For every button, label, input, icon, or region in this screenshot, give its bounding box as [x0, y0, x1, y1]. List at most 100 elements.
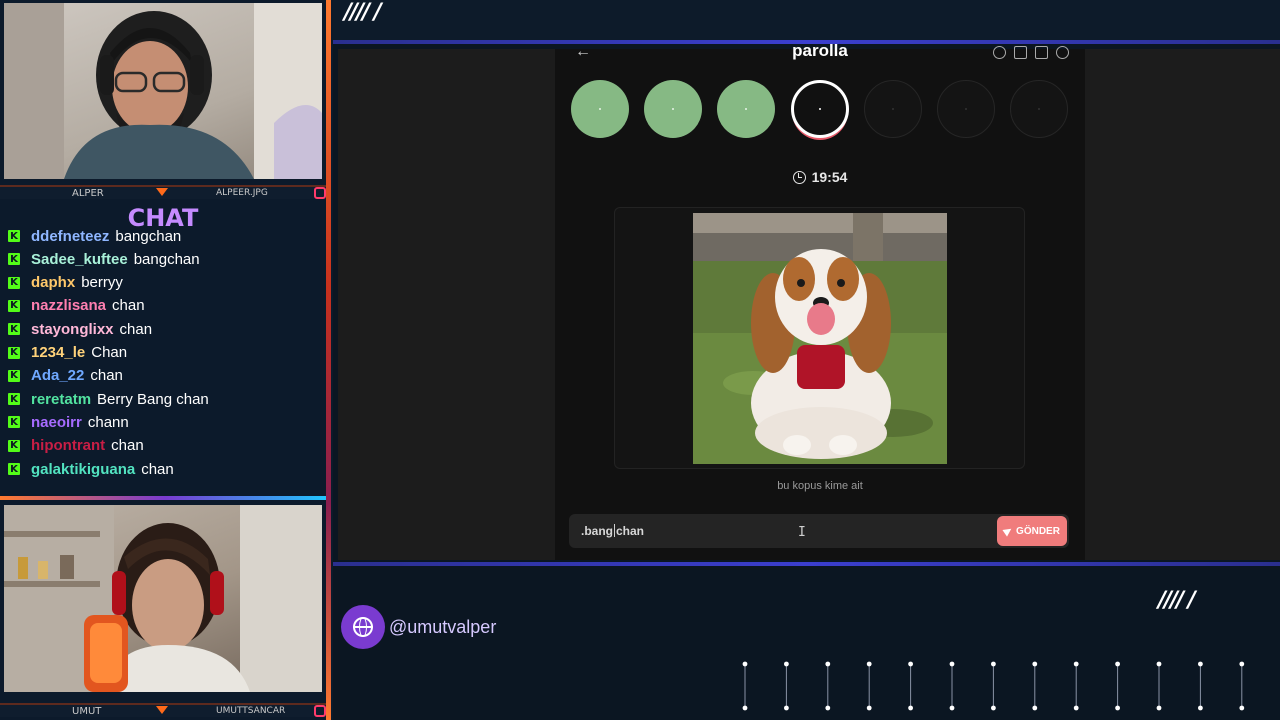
kick-badge-icon: K	[8, 230, 20, 242]
slashes-solid: //// /	[1158, 588, 1196, 613]
chat-username[interactable]: 1234_le	[31, 344, 85, 361]
timer-value: 19:54	[811, 169, 848, 185]
timer: 19:54	[555, 169, 1085, 185]
answer-input-after-caret: chan	[616, 524, 645, 538]
kick-badge-icon: K	[8, 416, 20, 429]
chat-username[interactable]: hipontrant	[31, 437, 105, 454]
webcam-bottom	[4, 505, 322, 692]
overlay-bottom-line	[333, 562, 1280, 566]
progress-circle-done	[717, 80, 776, 138]
chat-text: berryy	[81, 274, 123, 292]
chat-text: chan	[112, 297, 145, 315]
overlay-left-column: ALPER ALPEER.JPG CHAT Kddefneteez bangcha…	[0, 0, 333, 720]
chat-text: chan	[90, 367, 123, 385]
answer-input[interactable]: .bang chan GÖNDER	[569, 514, 1069, 548]
deco-dot	[1073, 661, 1079, 667]
chat-message: Kgalaktikiguana chan	[8, 459, 174, 479]
clock-icon	[792, 171, 806, 184]
deco-dot	[825, 661, 831, 667]
chat-message: Kdaphx berryy	[8, 273, 123, 293]
webcam-top-namebar: ALPER ALPEER.JPG	[0, 185, 330, 199]
chat-username[interactable]: stayonglixx	[31, 321, 114, 338]
chat-icon[interactable]	[1035, 46, 1048, 59]
deco-dot	[1115, 705, 1120, 711]
social-handle: @umutvalper	[341, 605, 496, 649]
deco-dot	[1156, 705, 1162, 711]
chat-message: Kstayonglixx chan	[8, 319, 152, 339]
user-icon[interactable]	[1056, 46, 1069, 59]
overlay-top-band	[333, 0, 1280, 40]
chat-username[interactable]: galaktikiguana	[31, 461, 135, 478]
chat-text: bangchan	[133, 250, 200, 268]
webcam-top	[4, 3, 322, 179]
deco-dot	[784, 661, 789, 667]
chat-username[interactable]: naeoirr	[31, 414, 82, 431]
chat-text: bangchan	[115, 228, 182, 245]
answer-input-before-caret: .bang	[581, 524, 613, 538]
chat-username[interactable]: reretatm	[31, 391, 91, 408]
chat-username[interactable]: Ada_22	[31, 367, 84, 384]
overlay-slashes-top: //// /	[344, 0, 382, 25]
chat-text: Berry Bang chan	[97, 390, 209, 408]
progress-circle-empty	[1010, 80, 1069, 138]
deco-dot	[784, 705, 789, 711]
text-cursor-icon: I	[798, 525, 806, 540]
deco-dot	[1239, 661, 1245, 667]
send-icon	[1002, 525, 1014, 537]
deco-dot	[1198, 705, 1203, 711]
deco-dot	[908, 705, 913, 711]
deco-dot	[866, 705, 872, 711]
kick-badge-icon: K	[8, 439, 20, 452]
progress-circle-done	[571, 80, 629, 138]
send-button-label: GÖNDER	[1016, 525, 1060, 537]
progress-circle-current	[790, 80, 849, 138]
deco-dot	[1073, 705, 1079, 711]
app-header: ← parolla	[555, 41, 1085, 69]
social-handle-text: @umutvalper	[389, 616, 497, 637]
deco-dot	[742, 705, 748, 711]
decorative-bars	[742, 661, 1245, 711]
instagram-icon	[314, 705, 326, 717]
chat-text: chan	[111, 437, 144, 455]
overlay-left-edge	[326, 0, 331, 720]
chat-message: K Sadee_kuftee bangchan	[8, 249, 200, 269]
chat-message: Khipontrant chan	[8, 436, 144, 456]
streamer-handle: UMUTTSANCAR	[216, 706, 286, 716]
chat-username[interactable]: Sadee_kuftee	[31, 251, 128, 268]
chat-text: chan	[119, 320, 153, 338]
deco-dot	[866, 661, 872, 667]
kick-badge-icon: K	[8, 276, 20, 289]
deco-dot	[1115, 661, 1120, 667]
chat-message: K Ada_22 chan	[8, 366, 123, 386]
chat-message: Kreretatm Berry Bang chan	[8, 389, 209, 409]
kick-badge-icon: K	[8, 463, 20, 475]
parolla-app: ← parolla 19:54 bu kopus kime ait .bang …	[555, 41, 1085, 560]
overlay-slashes-bottom: //// /	[1158, 588, 1196, 613]
text-caret	[614, 524, 615, 537]
chat-separator	[0, 496, 330, 500]
question-image	[693, 213, 947, 464]
chat-username[interactable]: daphx	[31, 274, 75, 291]
send-button[interactable]: GÖNDER	[997, 516, 1067, 546]
kick-badge-icon: K	[8, 393, 20, 406]
progress-circle-done	[644, 80, 703, 138]
webcam-bottom-image	[4, 505, 322, 692]
chat-username[interactable]: ddefneteez	[31, 228, 109, 245]
chart-icon[interactable]	[1014, 46, 1027, 59]
kick-badge-icon: K	[8, 369, 20, 382]
deco-dot	[908, 661, 913, 667]
answer-input-value[interactable]: .bang chan	[581, 524, 644, 538]
deco-dot	[1198, 661, 1203, 667]
chat-username[interactable]: nazzlisana	[31, 297, 106, 314]
chat-text: Chan	[91, 344, 128, 361]
chat-text: chan	[141, 460, 174, 478]
kick-badge-icon: K	[8, 323, 20, 336]
info-icon[interactable]	[993, 46, 1006, 59]
header-icons	[993, 46, 1069, 59]
kick-badge-icon: K	[8, 253, 20, 266]
image-caption: bu kopus kime ait	[777, 480, 863, 492]
globe-icon	[341, 605, 385, 649]
triangle-icon	[156, 188, 168, 196]
question-image-card	[614, 207, 1025, 469]
chat-message: K 1234_le Chan	[8, 343, 127, 363]
